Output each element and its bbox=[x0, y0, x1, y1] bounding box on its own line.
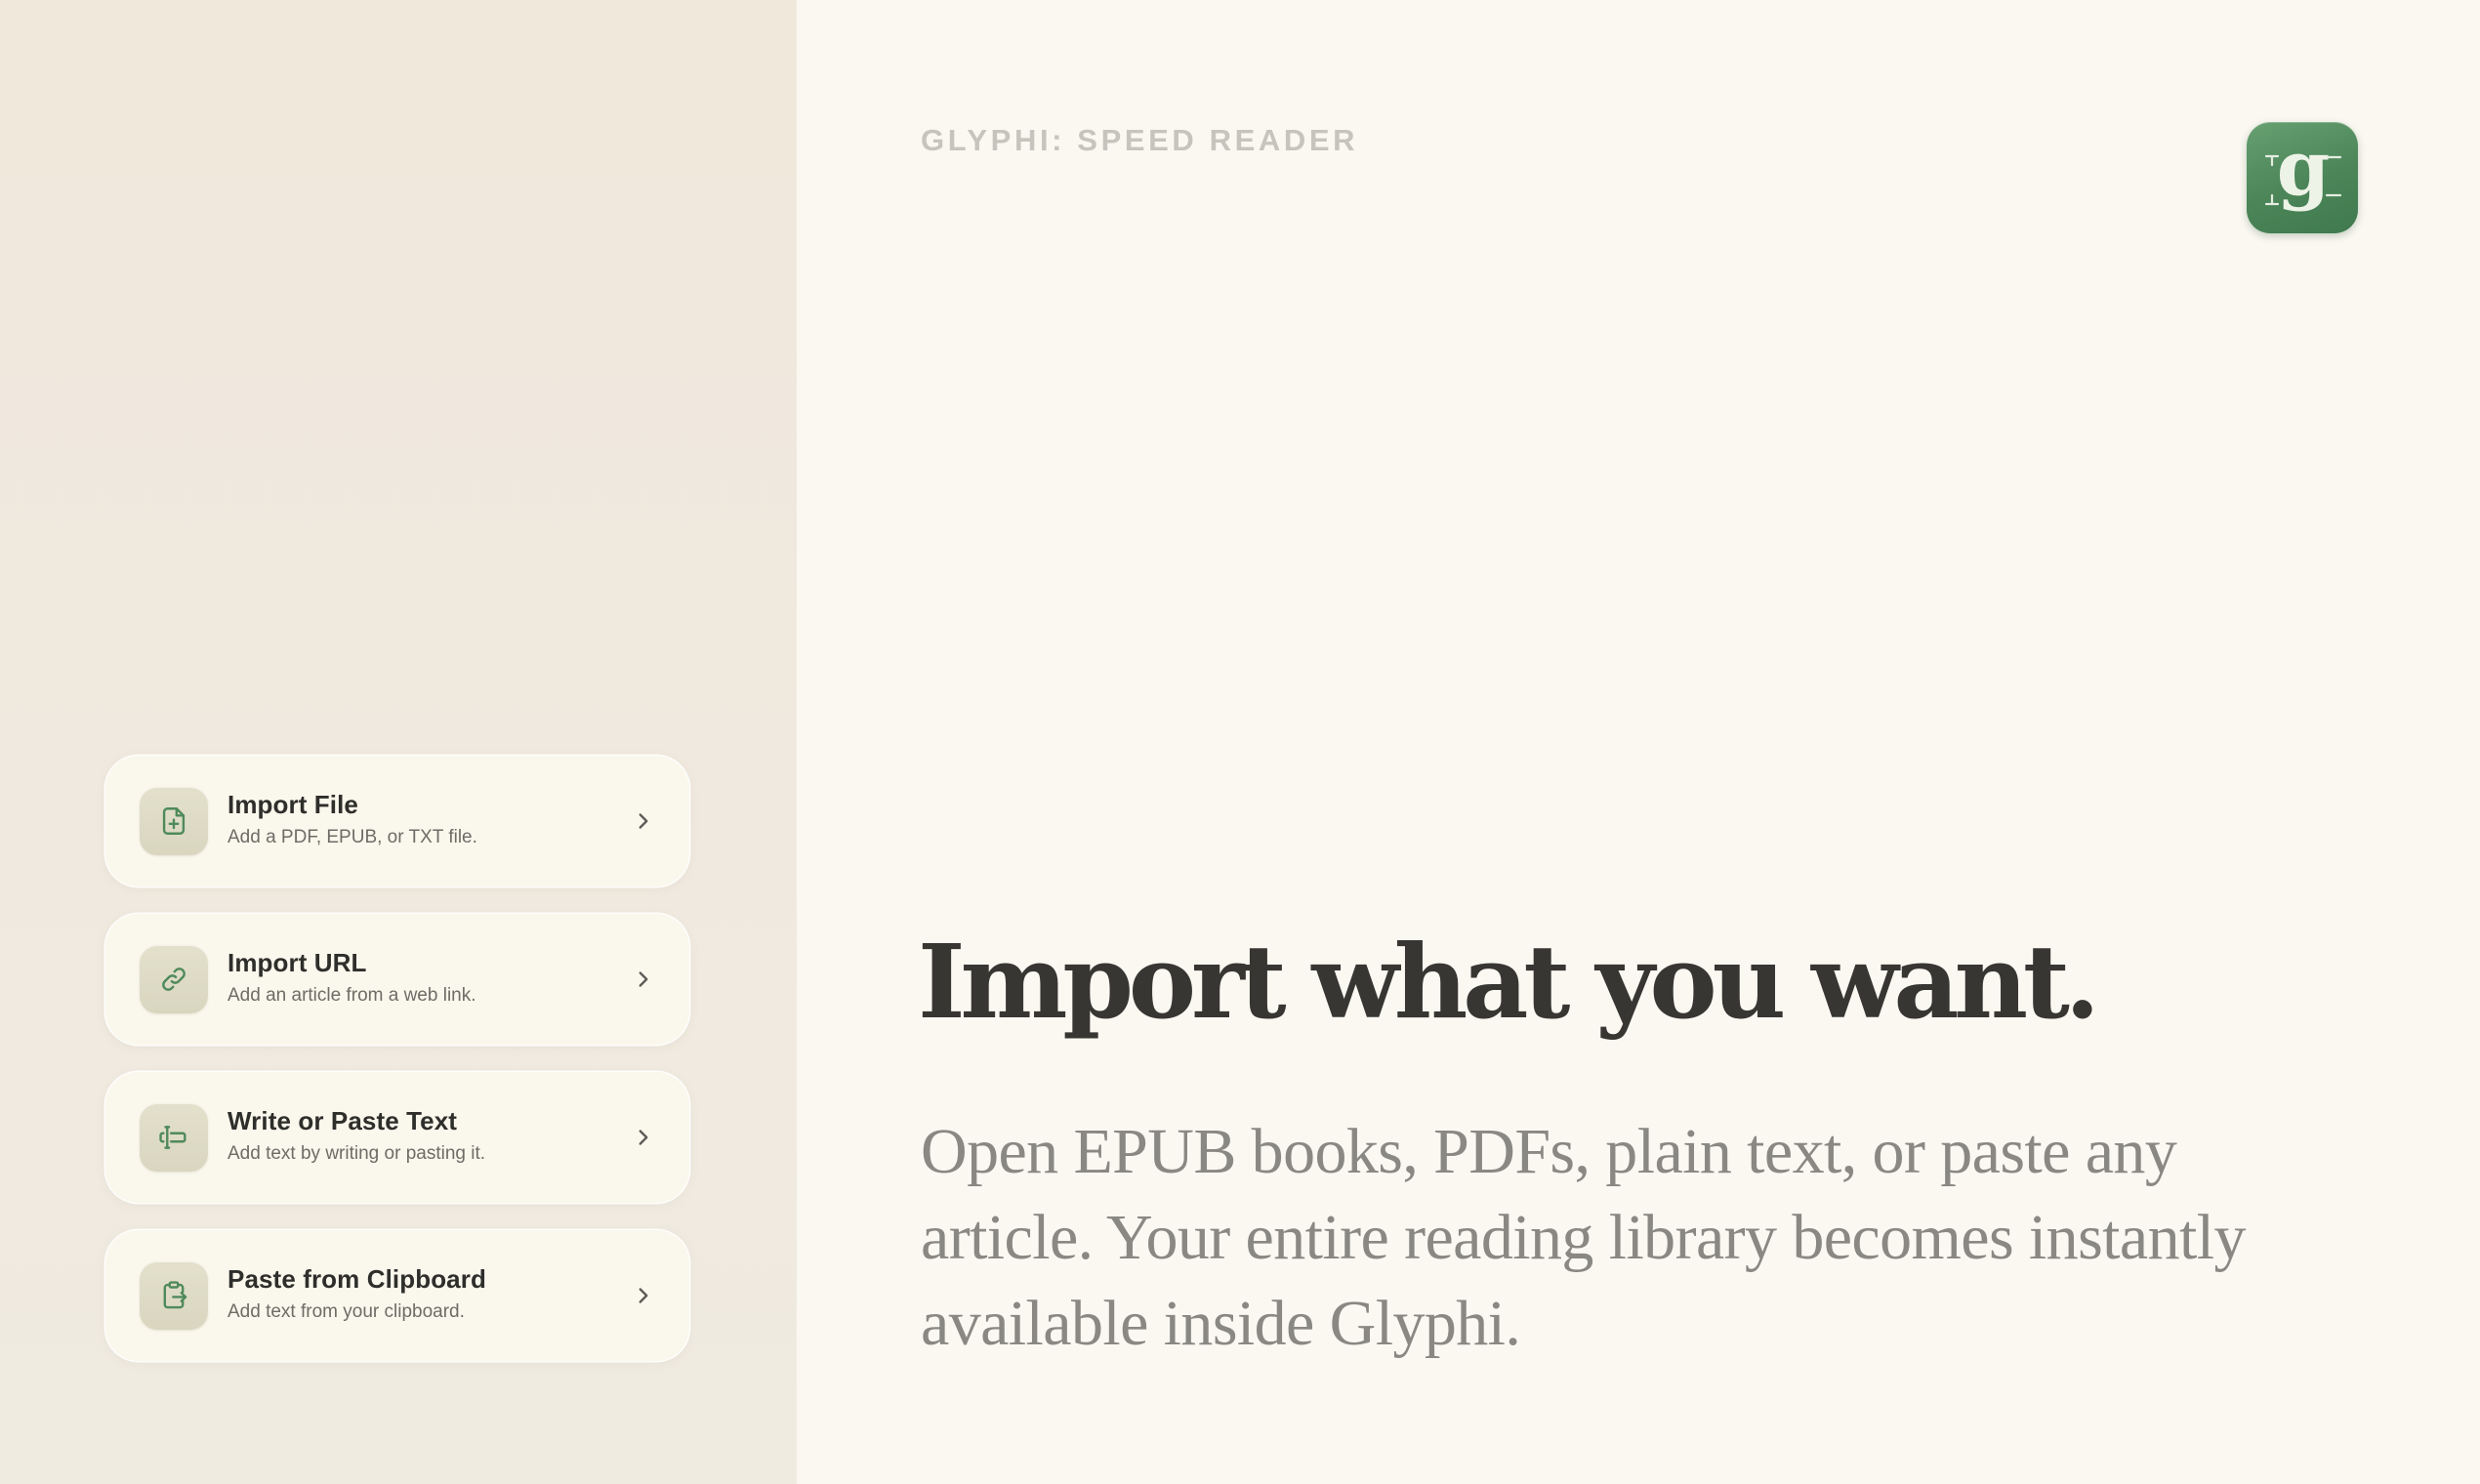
import-file-title: Import File bbox=[227, 790, 358, 819]
chevron-right-icon bbox=[639, 1288, 648, 1303]
import-url-title: Import URL bbox=[227, 948, 367, 977]
app-title: GLYPHI: SPEED READER bbox=[921, 123, 1359, 157]
text-cursor-icon bbox=[140, 1103, 208, 1172]
write-paste-text-title: Write or Paste Text bbox=[227, 1106, 458, 1135]
import-file-card[interactable]: Import File Add a PDF, EPUB, or TXT file… bbox=[105, 756, 689, 886]
paste-clipboard-title: Paste from Clipboard bbox=[227, 1264, 486, 1294]
import-url-subtitle: Add an article from a web link. bbox=[227, 985, 476, 1006]
file-plus-icon bbox=[140, 787, 208, 855]
link-icon bbox=[140, 945, 208, 1013]
page-headline: Import what you want. bbox=[918, 922, 2100, 1042]
chevron-right-icon bbox=[639, 971, 648, 987]
write-paste-text-subtitle: Add text by writing or pasting it. bbox=[227, 1143, 486, 1164]
import-url-card[interactable]: Import URL Add an article from a web lin… bbox=[105, 914, 689, 1045]
chevron-right-icon bbox=[639, 813, 648, 829]
app-logo: g bbox=[2247, 122, 2358, 233]
glyphi-logo-icon: g bbox=[2264, 124, 2342, 213]
chevron-right-icon bbox=[639, 1130, 648, 1145]
clipboard-paste-icon bbox=[140, 1261, 208, 1330]
write-paste-text-card[interactable]: Write or Paste Text Add text by writing … bbox=[105, 1072, 689, 1203]
import-file-subtitle: Add a PDF, EPUB, or TXT file. bbox=[227, 827, 477, 847]
svg-text:g: g bbox=[2277, 124, 2331, 213]
page-description: Open EPUB books, PDFs, plain text, or pa… bbox=[921, 1116, 2246, 1359]
paste-clipboard-subtitle: Add text from your clipboard. bbox=[227, 1301, 465, 1322]
import-options-panel: Import File Add a PDF, EPUB, or TXT file… bbox=[0, 0, 797, 1484]
paste-clipboard-card[interactable]: Paste from Clipboard Add text from your … bbox=[105, 1230, 689, 1361]
